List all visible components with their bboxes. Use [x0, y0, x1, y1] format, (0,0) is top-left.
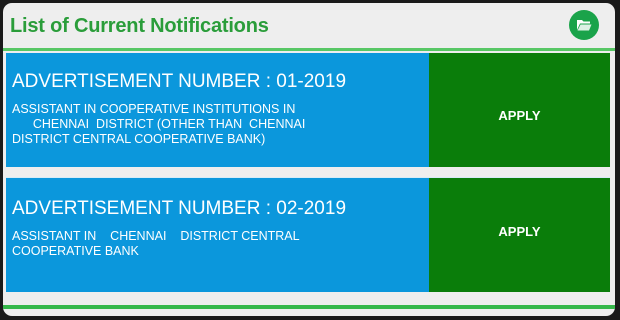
apply-button[interactable]: APPLY	[429, 53, 610, 167]
panel-title: List of Current Notifications	[10, 15, 269, 37]
advertisement-description: ASSISTANT IN CHENNAI DISTRICT CENTRAL CO…	[12, 229, 300, 258]
footer-divider	[3, 305, 615, 309]
apply-button-label: APPLY	[498, 108, 541, 123]
header-divider	[3, 48, 615, 51]
advertisement-title: ADVERTISEMENT NUMBER : 02-2019	[12, 198, 347, 219]
advertisement-title: ADVERTISEMENT NUMBER : 01-2019	[12, 71, 347, 92]
notification-row: ADVERTISEMENT NUMBER : 01-2019 ASSISTANT…	[6, 53, 610, 167]
notifications-panel: List of Current Notifications ADVERTISEM…	[3, 3, 615, 316]
folder-open-icon[interactable]	[569, 10, 599, 40]
notification-row: ADVERTISEMENT NUMBER : 02-2019 ASSISTANT…	[6, 178, 610, 292]
notification-info: ADVERTISEMENT NUMBER : 02-2019 ASSISTANT…	[6, 178, 429, 292]
panel-header: List of Current Notifications	[3, 3, 615, 51]
notification-info: ADVERTISEMENT NUMBER : 01-2019 ASSISTANT…	[6, 53, 429, 167]
apply-button-label: APPLY	[498, 224, 541, 239]
advertisement-description: ASSISTANT IN COOPERATIVE INSTITUTIONS IN…	[12, 102, 306, 146]
apply-button[interactable]: APPLY	[429, 178, 610, 292]
